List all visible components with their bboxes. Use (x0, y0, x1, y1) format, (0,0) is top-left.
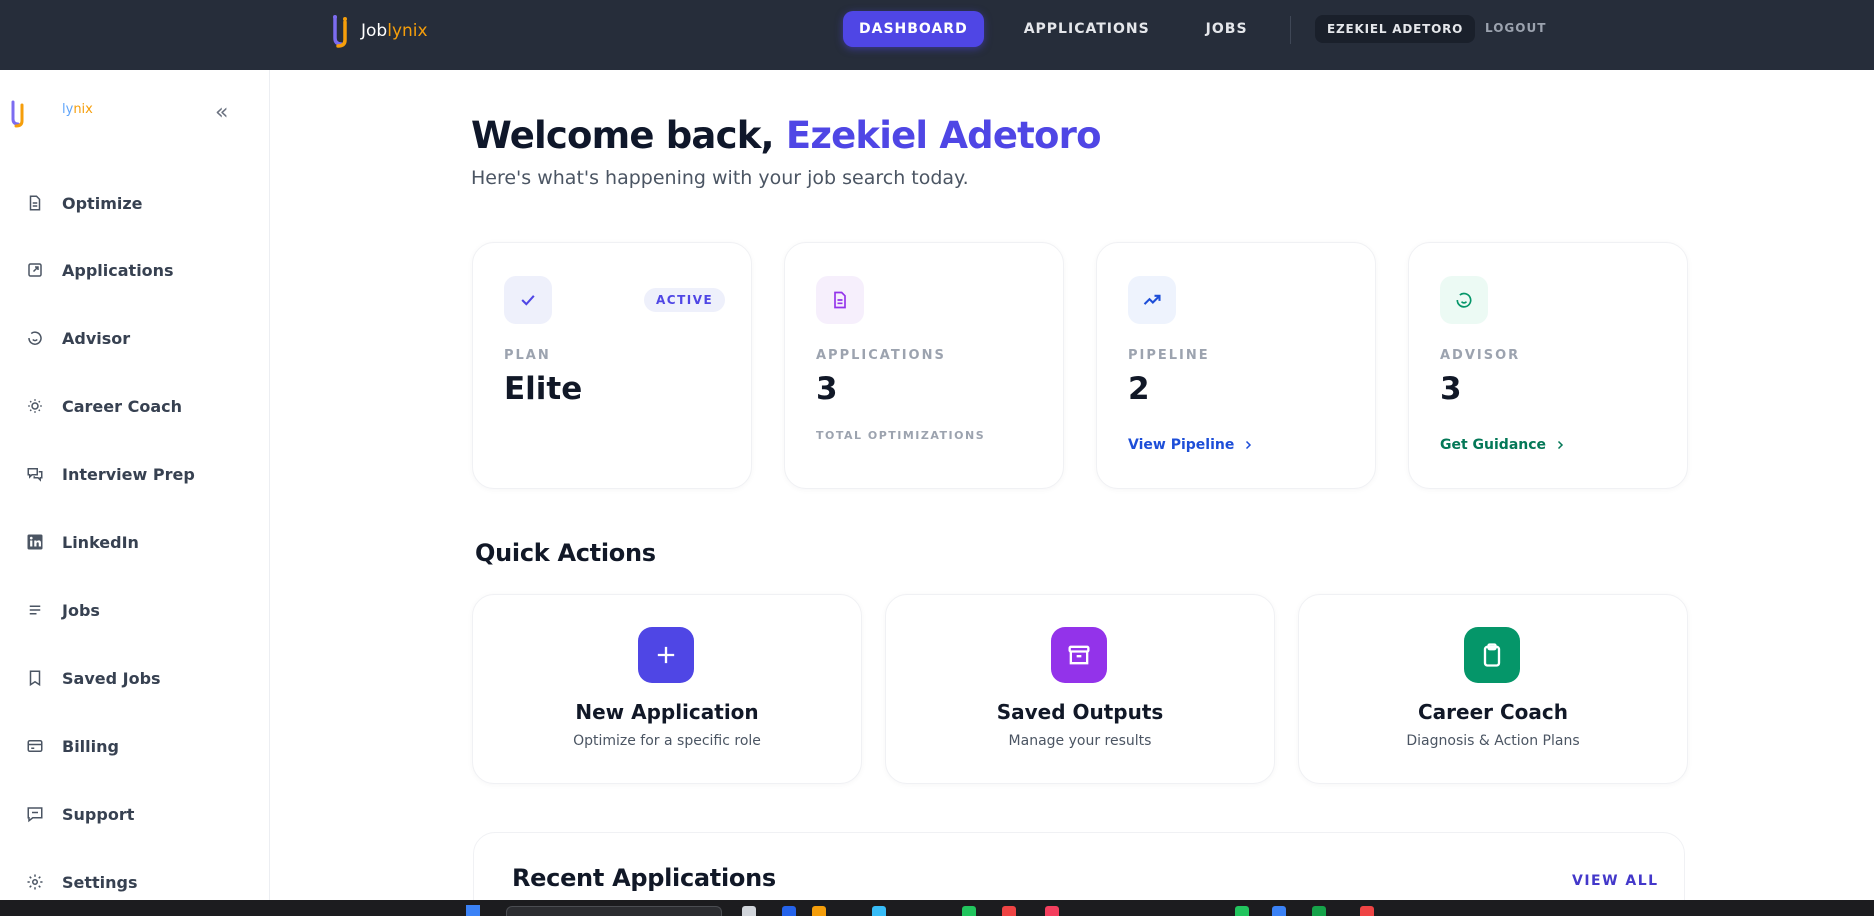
smile-icon (28, 331, 42, 345)
document-icon (816, 276, 864, 324)
chevron-right-icon (1558, 440, 1564, 450)
sidebar-item-interview-prep[interactable]: Interview Prep (26, 460, 195, 488)
nav-jobs[interactable]: JOBS (1190, 11, 1264, 47)
taskbar-search[interactable] (506, 906, 722, 916)
chat-bubbles-icon (27, 468, 43, 482)
brand-logo[interactable]: Joblynix (329, 14, 428, 48)
app-icon[interactable] (1312, 906, 1326, 916)
stat-card-plan: ACTIVE PLAN Elite (472, 242, 752, 489)
sidebar-item-settings[interactable]: Settings (26, 868, 138, 896)
app-icon[interactable] (962, 906, 976, 916)
stat-card-advisor: ADVISOR 3 Get Guidance (1408, 242, 1688, 489)
quick-action-subtitle: Manage your results (1008, 733, 1152, 749)
quick-action-subtitle: Optimize for a specific role (573, 733, 761, 749)
sidebar-brand: lynix (62, 102, 93, 117)
check-icon (504, 276, 552, 324)
stat-value: 3 (816, 371, 838, 407)
logout-link[interactable]: LOGOUT (1485, 21, 1546, 35)
user-name: Ezekiel Adetoro (785, 114, 1102, 157)
quick-action-title: Saved Outputs (996, 700, 1164, 724)
archive-icon (1051, 627, 1107, 683)
app-icon[interactable] (1272, 906, 1286, 916)
sidebar-logo-icon (11, 100, 24, 128)
message-square-icon (27, 807, 43, 823)
app-icon[interactable] (1235, 906, 1249, 916)
quick-action-career-coach[interactable]: Career Coach Diagnosis & Action Plans (1298, 594, 1688, 784)
chevron-right-icon (1246, 440, 1252, 450)
quick-action-new-application[interactable]: New Application Optimize for a specific … (472, 594, 862, 784)
trending-up-icon (1128, 276, 1176, 324)
stat-sublabel: TOTAL OPTIMIZATIONS (816, 429, 986, 442)
nav-applications[interactable]: APPLICATIONS (1008, 11, 1166, 47)
user-menu[interactable]: EZEKIEL ADETORO (1315, 15, 1476, 43)
windows-start-icon[interactable] (466, 905, 480, 916)
quick-action-title: Career Coach (1418, 700, 1568, 724)
page-title: Welcome back, Ezekiel Adetoro (471, 114, 1102, 157)
app-icon[interactable] (1002, 906, 1016, 916)
sidebar-item-jobs[interactable]: Jobs (26, 596, 100, 624)
sidebar-item-linkedin[interactable]: LinkedIn (26, 528, 139, 556)
sidebar-item-optimize[interactable]: Optimize (26, 189, 143, 217)
sidebar-item-billing[interactable]: Billing (26, 732, 119, 760)
app-icon[interactable] (1045, 906, 1059, 916)
stat-label: ADVISOR (1440, 348, 1521, 363)
nav-dashboard[interactable]: DASHBOARD (843, 11, 984, 47)
stat-value: 2 (1128, 371, 1150, 407)
view-all-link[interactable]: VIEW ALL (1572, 873, 1659, 889)
sidebar-item-advisor[interactable]: Advisor (26, 324, 130, 352)
bookmark-icon (29, 670, 41, 687)
folder-icon[interactable] (812, 906, 826, 916)
brand-name: Joblynix (361, 21, 428, 41)
main-nav: DASHBOARD APPLICATIONS JOBS (843, 11, 1288, 47)
smile-icon (1440, 276, 1488, 324)
page-subtitle: Here's what's happening with your job se… (471, 167, 969, 189)
credit-card-icon (27, 740, 43, 752)
plus-icon (638, 627, 694, 683)
quick-action-saved-outputs[interactable]: Saved Outputs Manage your results (885, 594, 1275, 784)
sidebar-item-saved-jobs[interactable]: Saved Jobs (26, 664, 161, 692)
clipboard-icon (1464, 627, 1520, 683)
stat-card-applications: APPLICATIONS 3 TOTAL OPTIMIZATIONS (784, 242, 1064, 489)
stat-card-pipeline: PIPELINE 2 View Pipeline (1096, 242, 1376, 489)
app-icon[interactable] (742, 906, 756, 916)
quick-actions-heading: Quick Actions (475, 539, 656, 567)
document-icon (29, 195, 41, 211)
chrome-icon[interactable] (1360, 906, 1374, 916)
quick-action-subtitle: Diagnosis & Action Plans (1406, 733, 1580, 749)
app-icon[interactable] (782, 906, 796, 916)
stat-label: PIPELINE (1128, 348, 1210, 363)
top-navbar: Joblynix DASHBOARD APPLICATIONS JOBS EZE… (0, 0, 1874, 70)
stat-value: 3 (1440, 371, 1462, 407)
os-taskbar (0, 900, 1874, 916)
nav-divider (1290, 16, 1291, 44)
stat-label: APPLICATIONS (816, 348, 946, 363)
joblynix-logo-icon (333, 15, 347, 48)
gear-icon (27, 874, 43, 890)
recent-applications-heading: Recent Applications (512, 864, 776, 892)
sidebar-item-career-coach[interactable]: Career Coach (26, 392, 182, 420)
view-pipeline-link[interactable]: View Pipeline (1128, 437, 1254, 453)
sidebar: lynix « Optimize Applications Advisor Ca… (0, 70, 270, 916)
status-badge: ACTIVE (644, 288, 726, 312)
stat-label: PLAN (504, 348, 551, 363)
lines-icon (29, 605, 41, 615)
sidebar-item-support[interactable]: Support (26, 800, 134, 828)
external-edit-icon (28, 263, 42, 277)
lightbulb-icon (28, 399, 42, 413)
quick-action-title: New Application (575, 700, 759, 724)
stat-value: Elite (504, 371, 583, 407)
sidebar-item-applications[interactable]: Applications (26, 256, 174, 284)
get-guidance-link[interactable]: Get Guidance (1440, 437, 1566, 453)
app-icon[interactable] (872, 906, 886, 916)
linkedin-icon (27, 534, 43, 550)
collapse-sidebar-icon[interactable]: « (215, 100, 228, 125)
